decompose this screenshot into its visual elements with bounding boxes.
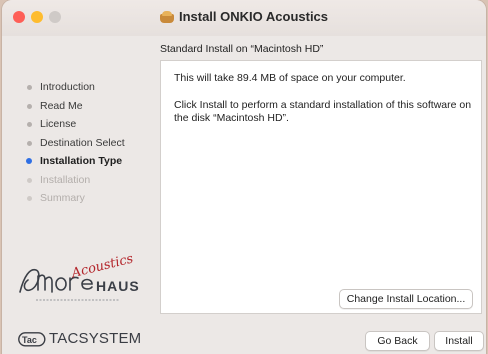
window-title: Install ONKIO Acoustics <box>2 9 486 24</box>
step-dot-icon <box>27 85 32 90</box>
tacsystem-logo: Tac TACSYSTEM <box>18 330 158 348</box>
sidebar-item-label: Destination Select <box>40 136 125 149</box>
step-dot-icon <box>27 196 32 201</box>
content-panel: This will take 89.4 MB of space on your … <box>160 60 482 314</box>
step-dot-icon <box>27 122 32 127</box>
steps-sidebar: Introduction Read Me License Destination… <box>24 78 164 208</box>
installer-window: Install ONKIO Acoustics Standard Install… <box>2 0 486 354</box>
sidebar-item-installation: Installation <box>24 171 164 190</box>
tac-mark-icon: Tac <box>18 332 46 347</box>
window-title-text: Install ONKIO Acoustics <box>178 9 329 24</box>
sidebar-item-label: Read Me <box>40 99 83 112</box>
logo-sub-text: HAUS <box>96 278 140 294</box>
sidebar-item-destination-select: Destination Select <box>24 134 164 153</box>
sidebar-item-label: Summary <box>40 192 85 204</box>
amore-acoustics-logo: HAUS Acoustics <box>19 254 140 301</box>
change-install-location-button[interactable]: Change Install Location... <box>339 289 473 309</box>
tacsystem-logo-text: TACSYSTEM <box>49 330 142 347</box>
sidebar-item-read-me: Read Me <box>24 97 164 116</box>
svg-text:Tac: Tac <box>22 335 37 345</box>
sidebar-item-introduction: Introduction <box>24 78 164 97</box>
sidebar-item-label: Installation Type <box>40 155 123 167</box>
space-required-text: This will take 89.4 MB of space on your … <box>174 72 406 84</box>
go-back-button[interactable]: Go Back <box>365 331 430 351</box>
step-dot-icon <box>27 140 32 146</box>
sidebar-item-label: Installation <box>40 173 91 186</box>
sidebar-item-installation-type: Installation Type <box>24 152 164 171</box>
step-subtitle: Standard Install on “Macintosh HD” <box>160 43 324 55</box>
install-description-text: Click Install to perform a standard inst… <box>174 99 472 124</box>
step-dot-icon <box>27 103 32 109</box>
package-icon <box>159 11 174 23</box>
install-button[interactable]: Install <box>434 331 484 351</box>
sidebar-item-license: License <box>24 115 164 134</box>
title-bar: Install ONKIO Acoustics <box>2 0 486 36</box>
sidebar-item-label: License <box>40 118 77 130</box>
active-step-dot-icon <box>26 158 32 164</box>
step-dot-icon <box>27 177 32 183</box>
sidebar-item-summary: Summary <box>24 189 164 208</box>
sidebar-item-label: Introduction <box>40 81 95 93</box>
